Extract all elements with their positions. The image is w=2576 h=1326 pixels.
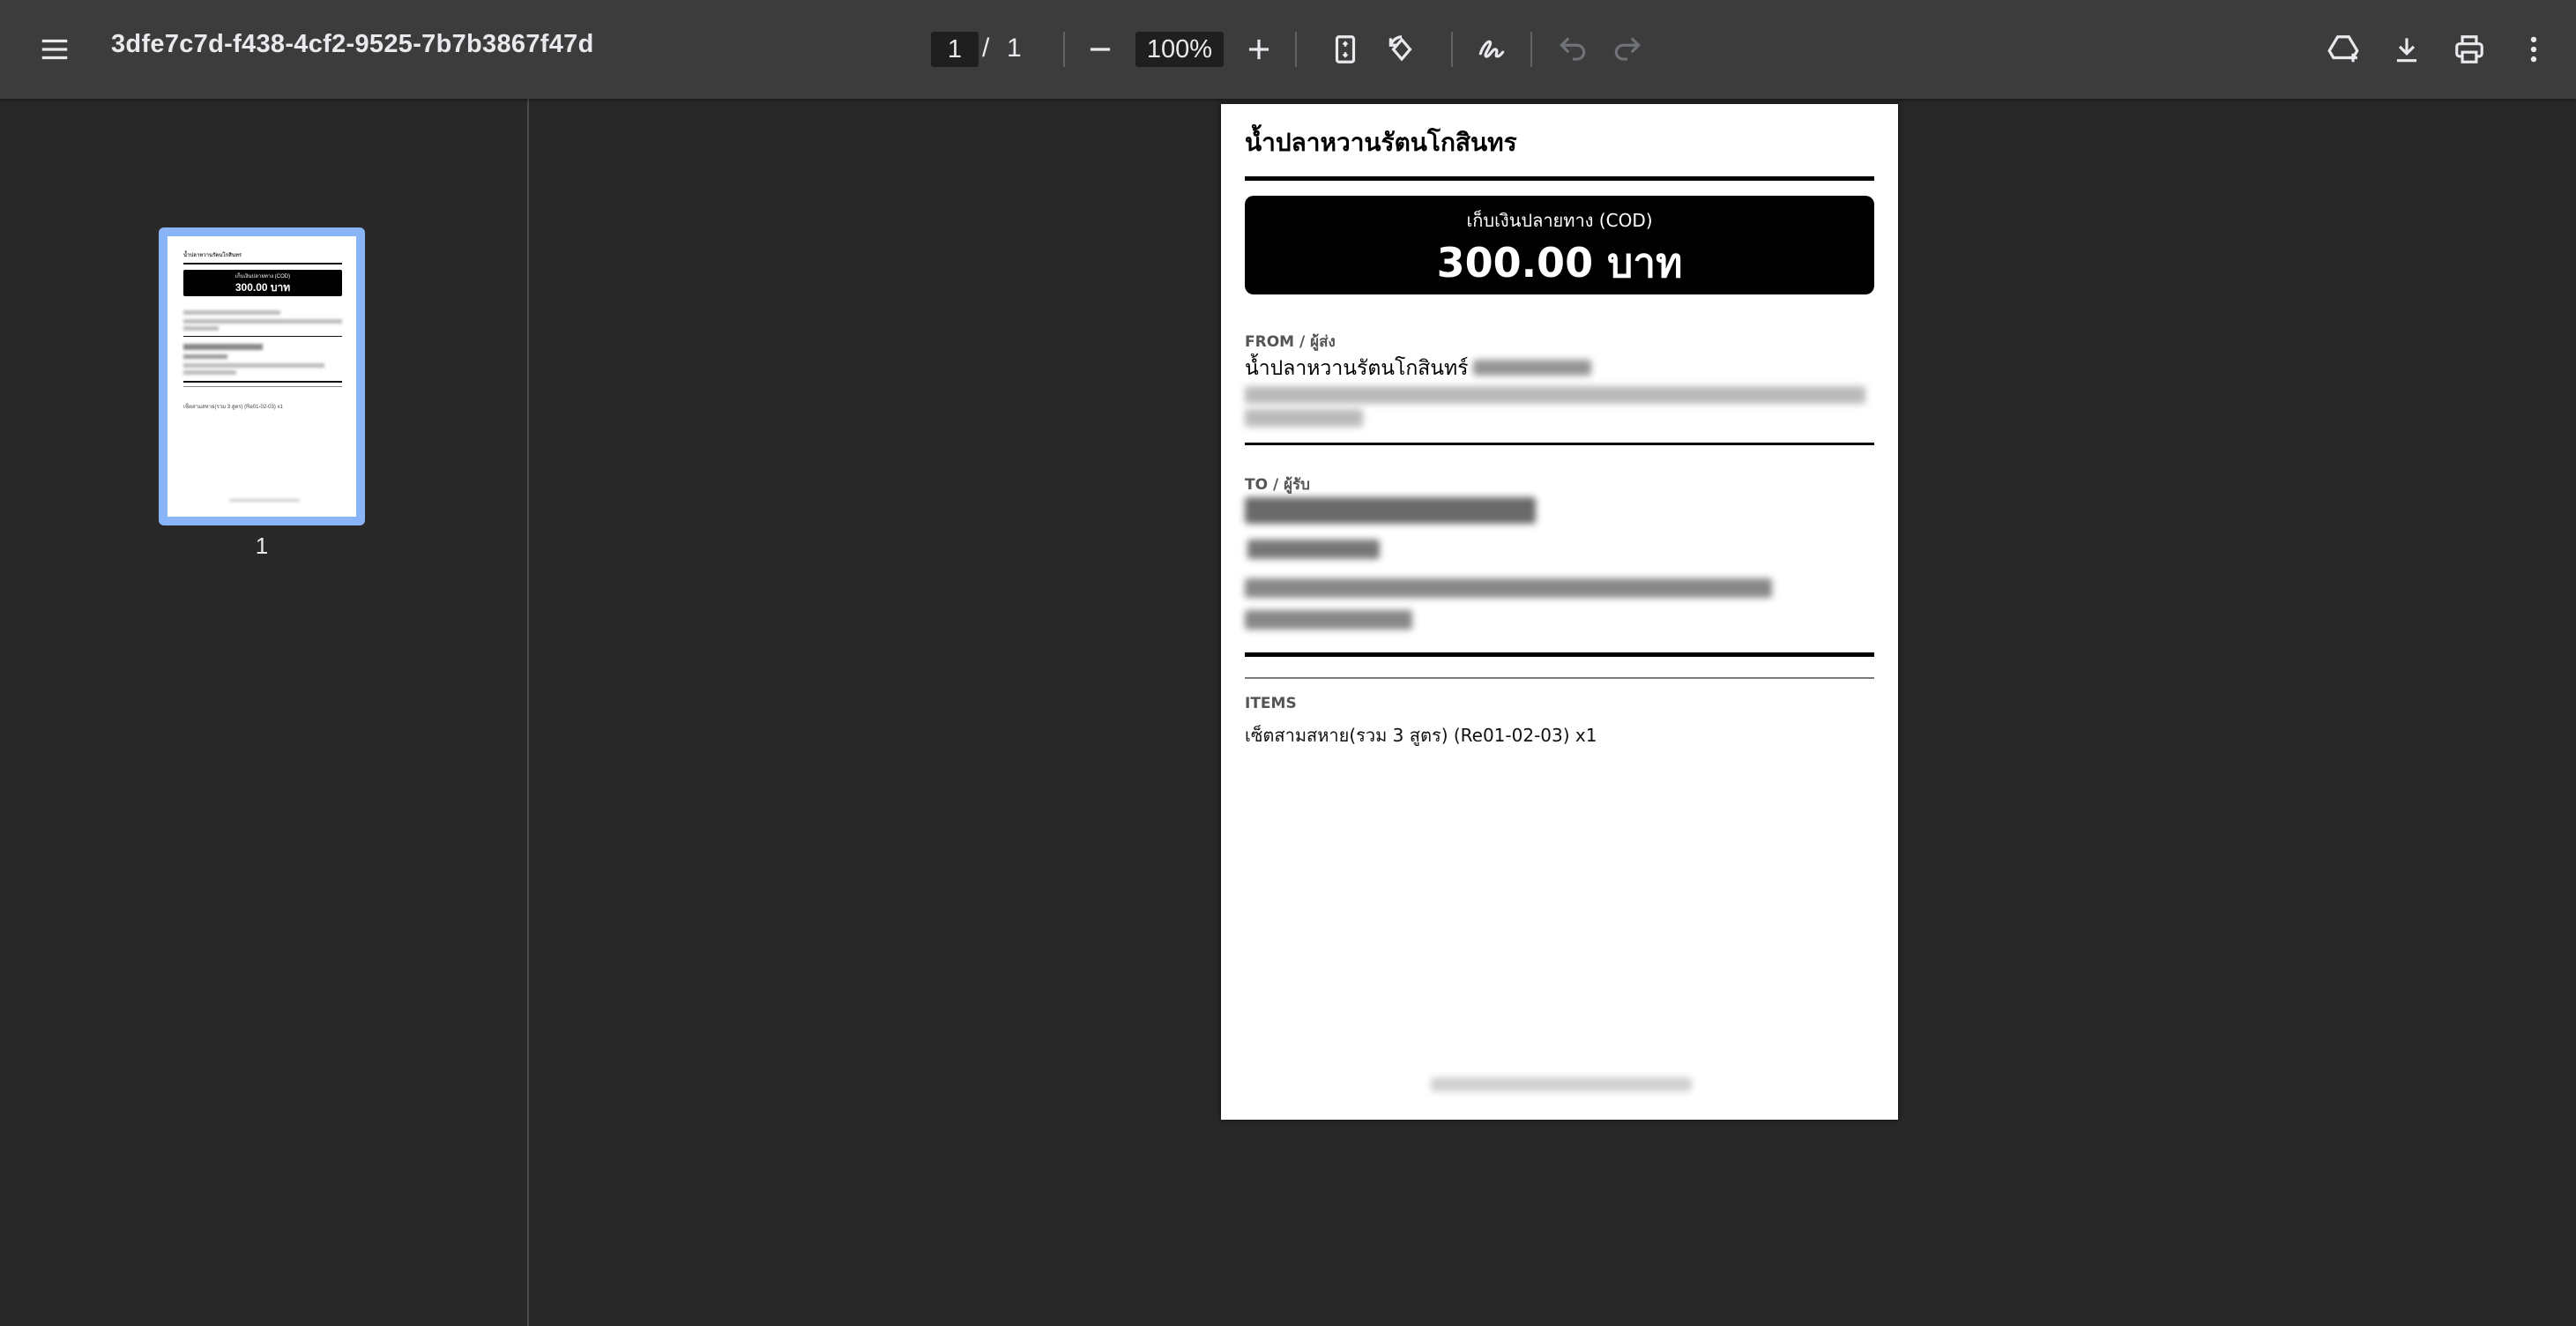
thumbnail-rule [183,263,342,264]
toolbar-divider [1451,32,1453,67]
more-icon [2530,36,2537,63]
thumbnail-sidebar: น้ำปลาหวานรัตนโกสินทร เก็บเงินปลายทาง (C… [0,99,529,1326]
toolbar-divider [1063,32,1065,67]
from-label: FROM / ผู้ส่ง [1245,333,1336,351]
items-label: ITEMS [1245,695,1297,712]
thumbnail-title: น้ำปลาหวานรัตนโกสินทร [183,253,242,258]
redacted-footer [1431,1077,1692,1091]
from-name: น้ำปลาหวานรัตนโกสินทร์ [1245,357,1469,380]
thumbnail-rule [183,336,342,337]
print-button[interactable] [2441,21,2498,78]
rotate-button[interactable] [1374,21,1430,78]
redo-button[interactable] [1599,21,1656,78]
toolbar: 3dfe7c7d-f438-4cf2-9525-7b7b3867f47d 1 /… [0,0,2576,99]
redacted-recipient-name [1245,497,1536,524]
redacted-address [1245,386,1865,404]
cod-box: เก็บเงินปลายทาง (COD) 300.00 บาท [1245,196,1874,294]
redo-icon [1614,37,1641,61]
zoom-out-icon [1090,48,1111,51]
to-label: TO / ผู้รับ [1245,476,1310,494]
zoom-in-icon [1248,39,1269,60]
redacted-address [1245,409,1363,427]
page-number-input[interactable]: 1 [931,32,979,67]
thumbnail-rule [183,381,342,383]
page-separator: / [982,34,990,63]
page-total: 1 [1007,34,1022,63]
thumbnail-rule [183,386,342,387]
zoom-out-button[interactable] [1072,21,1128,78]
thumbnail-cod-amount: 300.00 บาท [235,281,291,294]
thumbnail-blur [183,363,324,368]
toolbar-divider [1295,32,1297,67]
document-title: 3dfe7c7d-f438-4cf2-9525-7b7b3867f47d [111,30,594,58]
thumbnail-page-number: 1 [255,533,269,559]
thumbnail-blur [183,326,219,331]
divider-rule [1245,443,1874,445]
thumbnail-cod-box: เก็บเงินปลายทาง (COD) 300.00 บาท [183,270,342,296]
document-viewer: น้ำปลาหวานรัตนโกสินทร เก็บเงินปลายทาง (C… [529,99,2576,1326]
thumbnail-blur [183,354,227,359]
more-options-button[interactable] [2505,21,2562,78]
zoom-in-button[interactable] [1231,21,1287,78]
fit-page-button[interactable] [1317,21,1374,78]
redacted-recipient-phone [1247,540,1380,559]
redacted-recipient-address [1245,610,1412,629]
divider-rule [1245,176,1874,181]
download-icon [2396,38,2417,63]
thumbnail-blur [183,344,263,350]
page-thumbnail[interactable]: น้ำปลาหวานรัตนโกสินทร เก็บเงินปลายทาง (C… [159,227,365,525]
zoom-input[interactable]: 100% [1135,32,1224,67]
fit-page-icon [1335,35,1356,63]
item-line: เซ็ตสามสหาย(รวม 3 สูตร) (Re01-02-03) x1 [1245,725,1597,746]
drive-add-icon [2327,35,2359,63]
menu-icon [41,39,68,60]
undo-button[interactable] [1545,21,1601,78]
redacted-recipient-address [1245,578,1772,598]
pdf-page: น้ำปลาหวานรัตนโกสินทร เก็บเงินปลายทาง (C… [1221,104,1898,1120]
page-title: น้ำปลาหวานรัตนโกสินทร [1245,128,1517,157]
toolbar-divider [1530,32,1532,67]
thumbnail-page-preview: น้ำปลาหวานรัตนโกสินทร เก็บเงินปลายทาง (C… [168,236,356,517]
download-button[interactable] [2379,21,2435,78]
thumbnail-item-line: เซ็ตสามสหาย(รวม 3 สูตร) (Re01-02-03) x1 [183,405,283,410]
print-icon [2455,35,2483,63]
redacted-phone [1473,360,1591,376]
rotate-icon [1389,35,1412,62]
annotate-icon [1478,40,1505,58]
divider-rule [1245,677,1874,679]
undo-icon [1560,37,1586,61]
add-to-drive-button[interactable] [2315,21,2371,78]
menu-button[interactable] [26,21,83,78]
thumbnail-blur [183,370,236,375]
thumbnail-blur [183,310,280,315]
annotate-button[interactable] [1463,21,1520,78]
thumbnail-blur [229,499,300,502]
thumbnail-blur [183,319,342,324]
divider-rule [1245,652,1874,657]
cod-amount: 300.00 บาท [1436,239,1683,287]
